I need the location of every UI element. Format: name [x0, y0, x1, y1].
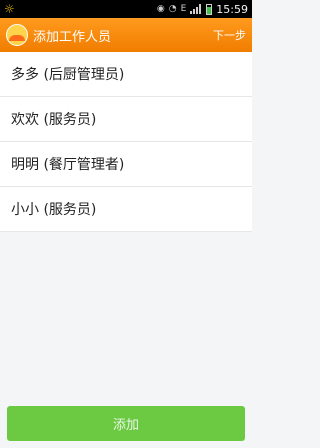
staff-list: 多多 (后厨管理员) 欢欢 (服务员) 明明 (餐厅管理者) 小小 (服务员): [0, 52, 252, 232]
battery-icon: [206, 3, 213, 15]
staff-label: 小小 (服务员): [11, 202, 97, 218]
staff-label: 多多 (后厨管理员): [11, 67, 125, 83]
status-bar: ☼ ◉ ◔ E 15:59: [0, 0, 252, 18]
status-time: 15:59: [216, 2, 248, 16]
app-bar: 添加工作人员 下一步: [0, 18, 252, 52]
list-item[interactable]: 多多 (后厨管理员): [0, 52, 252, 97]
app-logo-icon: [6, 24, 28, 46]
next-step-button[interactable]: 下一步: [213, 27, 246, 43]
list-item[interactable]: 明明 (餐厅管理者): [0, 142, 252, 187]
data-icon: E: [180, 4, 187, 14]
sun-icon: ☼: [4, 2, 15, 16]
staff-label: 欢欢 (服务员): [11, 112, 97, 128]
signal-icon: [190, 4, 202, 14]
page-title: 添加工作人员: [33, 29, 112, 45]
add-button[interactable]: 添加: [7, 406, 245, 441]
wifi-icon: ◔: [168, 4, 177, 14]
eye-icon: ◉: [156, 4, 165, 14]
list-item[interactable]: 欢欢 (服务员): [0, 97, 252, 142]
list-item[interactable]: 小小 (服务员): [0, 187, 252, 232]
staff-label: 明明 (餐厅管理者): [11, 157, 125, 173]
